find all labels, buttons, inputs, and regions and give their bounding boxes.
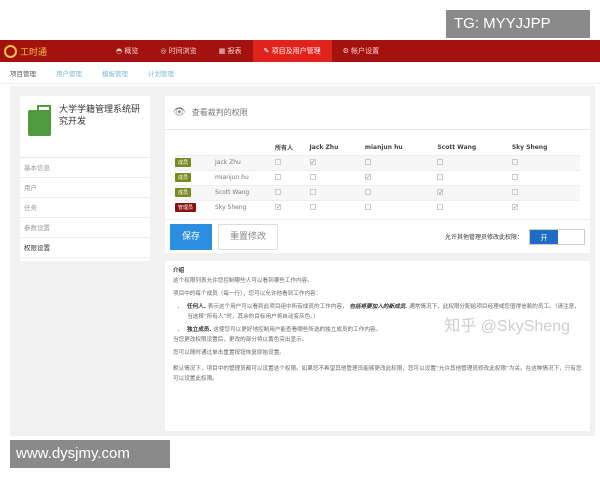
intro-section: 介绍 这个权限列表允许您控制哪些人可以看到哪些工作内容。 项目中的每个成员（每一… bbox=[165, 261, 590, 431]
permission-checkbox[interactable] bbox=[275, 188, 281, 195]
sidebar-item[interactable]: 权限设置 bbox=[20, 238, 150, 258]
nav-item[interactable]: ✎ 项目及用户管理 bbox=[252, 40, 332, 62]
column-header: Jack Zhu bbox=[309, 143, 339, 151]
sub-nav: 项目管理 用户管理 模板管理 计划管理 bbox=[0, 62, 600, 84]
permissions-table: 所有人 Jack Zhu mianjun hu Scott Wang Sky Sheng… bbox=[175, 140, 580, 215]
permission-checkbox[interactable]: ✓ bbox=[275, 204, 281, 211]
logo[interactable]: 工时通 bbox=[0, 44, 60, 58]
sidebar-item[interactable]: 基本信息 bbox=[20, 158, 150, 178]
allow-admins-toggle[interactable]: 开 bbox=[529, 228, 585, 245]
table-row: 成员 mianjun hu ✓ bbox=[175, 169, 580, 185]
clock-icon: ◎ bbox=[160, 47, 167, 55]
sidebar-item[interactable]: 任务 bbox=[20, 198, 150, 218]
column-header: 所有人 bbox=[275, 144, 294, 152]
permissions-panel: 👁 查看裁判的权限 所有人 Jack Zhu mianjun hu Scott Wang… bbox=[165, 96, 590, 431]
member-name: mianjun hu bbox=[215, 169, 275, 185]
permission-checkbox[interactable]: ✓ bbox=[364, 174, 371, 181]
intro-text: 项目中的每个成员（每一行），您可以允许他看到工作内容： bbox=[173, 291, 322, 297]
briefcase-icon bbox=[28, 105, 52, 136]
permission-checkbox[interactable] bbox=[511, 173, 518, 180]
sidebar-item[interactable]: 参数设置 bbox=[20, 218, 150, 238]
member-name: Sky Sheng bbox=[215, 199, 275, 215]
nav-item[interactable]: ⚙ 帐户设置 bbox=[332, 40, 391, 62]
intro-text: 当您更改权限设置后，更改的部分将以黄色突出显示。 bbox=[173, 337, 308, 343]
intro-title: 介绍 bbox=[173, 268, 185, 274]
role-badge: 成员 bbox=[175, 188, 192, 197]
table-row: 成员 Jack Zhu ✓ bbox=[175, 154, 580, 170]
permission-checkbox[interactable] bbox=[437, 158, 444, 165]
dashboard-icon: ◓ bbox=[116, 47, 123, 55]
watermark-top: TG: MYYJJPP bbox=[446, 10, 590, 38]
column-header: Scott Wang bbox=[437, 143, 477, 151]
subnav-project[interactable]: 项目管理 bbox=[10, 68, 36, 78]
column-header: mianjun hu bbox=[364, 143, 403, 151]
permission-checkbox[interactable] bbox=[275, 173, 281, 180]
project-title: 大学学籍管理系统研究开发 bbox=[59, 105, 141, 127]
permission-checkbox[interactable] bbox=[364, 203, 371, 210]
permission-checkbox[interactable] bbox=[275, 158, 281, 165]
intro-text: 您可以随时通过单击重置按钮恢复原始设置。 bbox=[173, 350, 285, 356]
subnav-plans[interactable]: 计划管理 bbox=[148, 68, 174, 78]
watermark-overlay: 知乎 @SkySheng bbox=[444, 318, 570, 335]
eye-icon: 👁 bbox=[173, 107, 186, 118]
allow-admins-label: 允许其他管理员修改此权限： bbox=[444, 234, 523, 241]
permission-checkbox[interactable] bbox=[364, 158, 371, 165]
permission-checkbox[interactable]: ✓ bbox=[309, 159, 316, 166]
panel-title: 查看裁判的权限 bbox=[191, 108, 248, 117]
top-nav: 工时通 ◓ 概览 ◎ 时间浏览 ▦ 报表 ✎ 项目及用户管理 ⚙ 帐户设置 bbox=[0, 40, 600, 62]
intro-text: 默认情况下，项目中的管理员都可以设置这个权限。如果您不希望其他管理员能够更改此权… bbox=[173, 366, 582, 382]
sidebar: 大学学籍管理系统研究开发 基本信息 用户 任务 参数设置 权限设置 bbox=[20, 96, 150, 261]
nav-item[interactable]: ▦ 报表 bbox=[208, 40, 253, 62]
wrench-icon: ✎ bbox=[263, 47, 270, 55]
permission-checkbox[interactable] bbox=[511, 158, 518, 165]
save-button[interactable]: 保存 bbox=[170, 223, 212, 250]
member-name: Jack Zhu bbox=[215, 154, 275, 170]
sidebar-item[interactable]: 用户 bbox=[20, 178, 150, 198]
permission-checkbox[interactable] bbox=[309, 203, 316, 210]
subnav-users[interactable]: 用户管理 bbox=[56, 68, 82, 78]
permission-checkbox[interactable] bbox=[309, 173, 316, 180]
permission-checkbox[interactable] bbox=[437, 203, 444, 210]
role-badge: 成员 bbox=[175, 173, 192, 182]
role-badge: 成员 bbox=[175, 158, 192, 167]
table-row: 成员 Scott Wang ✓ bbox=[175, 184, 580, 200]
nav-item[interactable]: ◓ 概览 bbox=[105, 40, 149, 62]
table-row: 管理员 Sky Sheng ✓ ✓ bbox=[175, 199, 580, 215]
member-name: Scott Wang bbox=[215, 184, 275, 200]
gear-icon: ⚙ bbox=[342, 47, 349, 55]
content-area: 大学学籍管理系统研究开发 基本信息 用户 任务 参数设置 权限设置 👁 查看裁判的权限 所… bbox=[10, 86, 595, 436]
logo-icon bbox=[4, 44, 17, 58]
intro-text: 这个权限列表允许您控制哪些人可以看到哪些工作内容。 bbox=[173, 278, 313, 284]
permission-checkbox[interactable]: ✓ bbox=[437, 189, 443, 196]
permission-checkbox[interactable] bbox=[511, 188, 518, 195]
permission-checkbox[interactable] bbox=[437, 173, 444, 180]
reset-button[interactable]: 重置修改 bbox=[218, 223, 278, 250]
watermark-bottom: www.dysjmy.com bbox=[10, 440, 170, 468]
permission-checkbox[interactable] bbox=[364, 188, 371, 195]
chart-icon: ▦ bbox=[218, 47, 226, 55]
column-header: Sky Sheng bbox=[511, 143, 548, 151]
permission-checkbox[interactable]: ✓ bbox=[511, 204, 518, 211]
role-badge: 管理员 bbox=[175, 203, 197, 213]
subnav-templates[interactable]: 模板管理 bbox=[102, 68, 128, 78]
nav-item[interactable]: ◎ 时间浏览 bbox=[149, 40, 207, 62]
permission-checkbox[interactable] bbox=[309, 188, 316, 195]
